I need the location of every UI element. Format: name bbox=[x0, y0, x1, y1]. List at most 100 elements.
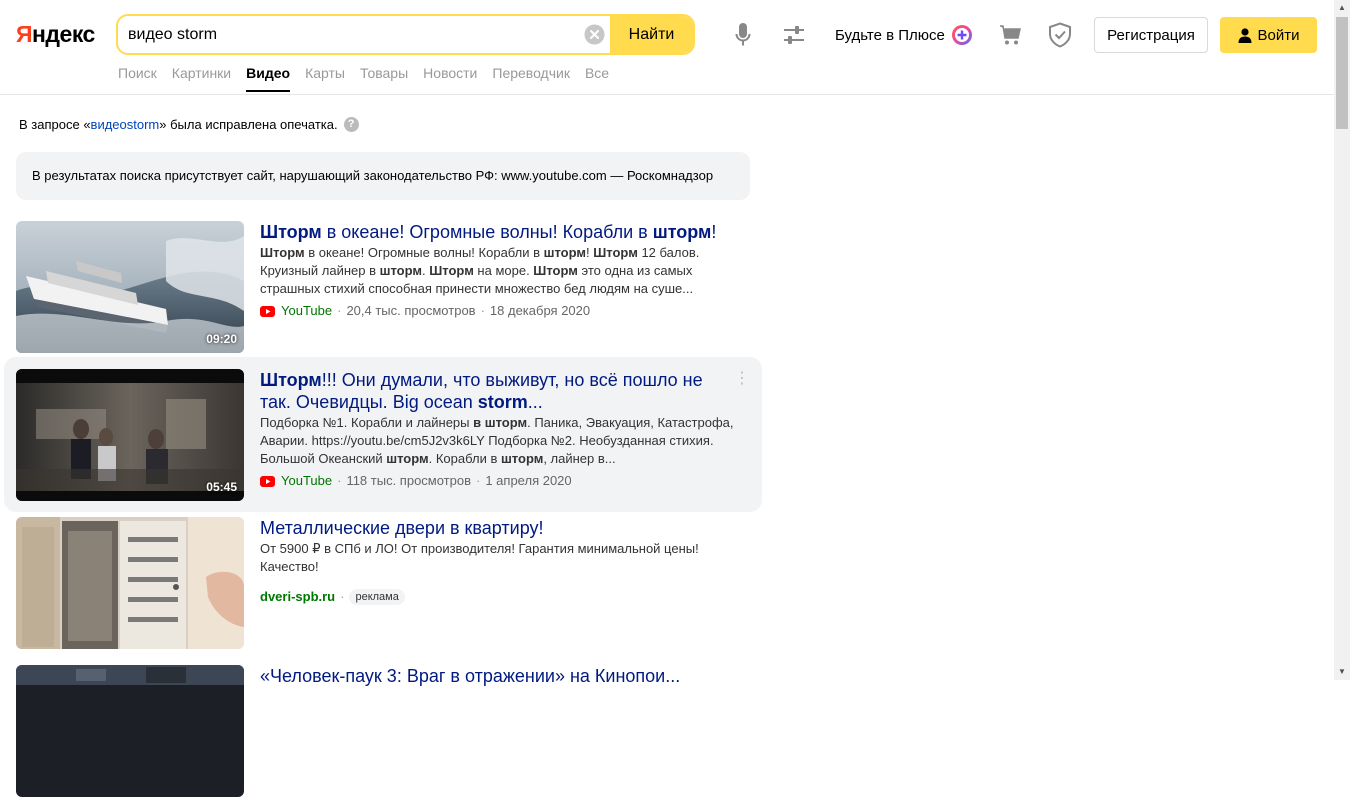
find-button[interactable]: Найти bbox=[610, 16, 693, 53]
scroll-down-icon[interactable]: ▼ bbox=[1334, 664, 1350, 680]
snippet-line: Аварии. https://youtu.be/cm5J2v3k6LY Под… bbox=[260, 432, 740, 450]
highlighted-term: storm bbox=[477, 392, 528, 412]
source-link[interactable]: YouTube bbox=[281, 472, 332, 490]
plus-link[interactable]: Будьте в Плюсе bbox=[835, 24, 973, 46]
highlighted-term: Шторм bbox=[260, 222, 322, 242]
result-text: Шторм в океане! Огромные волны! Корабли … bbox=[260, 221, 740, 320]
text-fragment: «Человек-паук 3: Враг в отражении» на Ки… bbox=[260, 666, 681, 686]
scroll-thumb[interactable] bbox=[1336, 17, 1348, 129]
microphone-icon[interactable] bbox=[735, 22, 751, 48]
tab-3[interactable]: Видео bbox=[246, 64, 290, 94]
header: Яндекс Найти Будьте в Плюсе Регистрация … bbox=[0, 0, 1334, 95]
view-count: 118 тыс. просмотров bbox=[346, 473, 471, 488]
vertical-scrollbar[interactable]: ▲ ▼ bbox=[1334, 0, 1350, 680]
text-fragment: !!! Они думали, что выживут, но всё пошл… bbox=[321, 370, 703, 390]
text-fragment: . Корабли в bbox=[428, 451, 501, 466]
scroll-up-icon[interactable]: ▲ bbox=[1334, 0, 1350, 16]
text-fragment: на море. bbox=[473, 263, 534, 278]
highlighted-term: шторм bbox=[543, 245, 586, 260]
separator: · bbox=[476, 473, 481, 488]
ad-meta: dveri-spb.ru · реклама bbox=[260, 588, 740, 606]
result-title-link[interactable]: Шторм в океане! Огромные волны! Корабли … bbox=[260, 221, 740, 243]
video-thumbnail[interactable] bbox=[16, 665, 244, 797]
separator: · bbox=[480, 303, 485, 318]
text-fragment: Подборка №1. Корабли и лайнеры bbox=[260, 415, 474, 430]
result-text: «Человек-паук 3: Враг в отражении» на Ки… bbox=[260, 665, 740, 688]
highlighted-term: Шторм bbox=[260, 370, 322, 390]
result-snippet: От 5900 ₽ в СПб и ЛО! От производителя! … bbox=[260, 540, 740, 576]
text-fragment: Качество! bbox=[260, 559, 319, 574]
result-snippet: Шторм в океане! Огромные волны! Корабли … bbox=[260, 244, 740, 298]
tab-2[interactable]: Картинки bbox=[172, 64, 231, 94]
highlighted-term: шторм bbox=[386, 451, 429, 466]
text-fragment: это одна из самых bbox=[577, 263, 693, 278]
tab-5[interactable]: Товары bbox=[360, 64, 408, 94]
snippet-line: Круизный лайнер в шторм. Шторм на море. … bbox=[260, 262, 740, 280]
ad-badge: реклама bbox=[349, 589, 405, 605]
result-title-link[interactable]: Металлические двери в квартиру! bbox=[260, 517, 740, 539]
text-fragment: . Паника, Эвакуация, Катастрофа, bbox=[527, 415, 734, 430]
text-fragment: в океане! Огромные волны! Корабли в bbox=[321, 222, 653, 242]
search-tabs: Поиск Картинки Видео Карты Товары Новости Пере… bbox=[118, 64, 624, 94]
tab-8[interactable]: Все bbox=[585, 64, 609, 94]
highlighted-term: шторм bbox=[652, 222, 712, 242]
tab-4[interactable]: Карты bbox=[305, 64, 345, 94]
video-result: 09:20 Шторм в океане! Огромные волны! Кор… bbox=[16, 221, 756, 353]
youtube-icon bbox=[260, 305, 275, 317]
search-box: Найти bbox=[116, 14, 695, 55]
text-fragment: в океане! Огромные волны! Корабли в bbox=[304, 245, 544, 260]
more-menu-icon[interactable]: ⋮ bbox=[734, 370, 750, 388]
tab-1[interactable]: Поиск bbox=[118, 64, 157, 94]
result-meta: YouTube · 20,4 тыс. просмотров · 18 декабря … bbox=[260, 302, 740, 320]
filter-sliders-icon[interactable] bbox=[783, 25, 805, 45]
highlighted-term: Шторм bbox=[593, 245, 638, 260]
result-title-link[interactable]: Шторм!!! Они думали, что выживут, но всё… bbox=[260, 369, 740, 413]
highlighted-term: в шторм bbox=[473, 415, 528, 430]
video-result: 05:45 Шторм!!! Они думали, что выживут, н… bbox=[16, 369, 756, 501]
text-fragment: 12 балов. bbox=[637, 245, 700, 260]
text-fragment: ! bbox=[711, 222, 717, 242]
publish-date: 1 апреля 2020 bbox=[485, 473, 572, 488]
result-title-line: Металлические двери в квартиру! bbox=[260, 517, 740, 539]
separator: · bbox=[337, 303, 342, 318]
publish-date: 18 декабря 2020 bbox=[489, 303, 591, 318]
login-button[interactable]: Войти bbox=[1220, 17, 1317, 53]
text-fragment: страшных стихий способная принести множе… bbox=[260, 281, 694, 296]
typo-notice: В запросе «видеоstorm» была исправлена о… bbox=[19, 116, 359, 133]
youtube-icon bbox=[260, 475, 275, 487]
video-duration: 09:20 bbox=[206, 332, 237, 346]
ad-result: Металлические двери в квартиру! От 5900 ₽… bbox=[16, 517, 756, 649]
source-link[interactable]: YouTube bbox=[281, 302, 332, 320]
text-fragment: Аварии. https://youtu.be/cm5J2v3k6LY Под… bbox=[260, 433, 714, 448]
video-thumbnail[interactable]: 09:20 bbox=[16, 221, 244, 353]
video-duration: 05:45 bbox=[206, 480, 237, 494]
result-title-line: так. Очевидцы. Big ocean storm... bbox=[260, 391, 740, 413]
text-fragment: Металлические двери в квартиру! bbox=[260, 518, 544, 538]
register-button[interactable]: Регистрация bbox=[1094, 17, 1208, 53]
video-thumbnail[interactable] bbox=[16, 517, 244, 649]
cart-icon[interactable] bbox=[999, 24, 1023, 46]
search-input[interactable] bbox=[128, 16, 578, 53]
separator: · bbox=[340, 589, 345, 604]
snippet-line: страшных стихий способная принести множе… bbox=[260, 280, 740, 298]
result-meta: YouTube · 118 тыс. просмотров · 1 апреля 202… bbox=[260, 472, 740, 490]
help-icon[interactable]: ? bbox=[343, 117, 359, 132]
result-title-line: Шторм в океане! Огромные волны! Корабли … bbox=[260, 221, 740, 243]
plus-badge-icon bbox=[951, 25, 972, 45]
highlighted-term: Шторм bbox=[429, 263, 474, 278]
text-fragment: так. Очевидцы. Big ocean bbox=[260, 392, 478, 412]
yandex-logo[interactable]: Яндекс bbox=[16, 20, 95, 48]
result-text: Шторм!!! Они думали, что выживут, но всё… bbox=[260, 369, 740, 490]
result-title-link[interactable]: «Человек-паук 3: Враг в отражении» на Ки… bbox=[260, 665, 740, 687]
clear-icon[interactable] bbox=[584, 24, 605, 45]
rkn-notice: В результатах поиска присутствует сайт, … bbox=[16, 152, 750, 200]
highlighted-term: Шторм bbox=[260, 245, 305, 260]
ad-domain-link[interactable]: dveri-spb.ru bbox=[260, 588, 335, 606]
video-thumbnail[interactable]: 05:45 bbox=[16, 369, 244, 501]
view-count: 20,4 тыс. просмотров bbox=[346, 303, 476, 318]
tab-6[interactable]: Новости bbox=[423, 64, 477, 94]
tab-7[interactable]: Переводчик bbox=[492, 64, 570, 94]
shield-icon[interactable] bbox=[1048, 22, 1072, 48]
corrected-query-link[interactable]: видеоstorm bbox=[91, 116, 160, 133]
text-fragment: , лайнер в... bbox=[543, 451, 616, 466]
